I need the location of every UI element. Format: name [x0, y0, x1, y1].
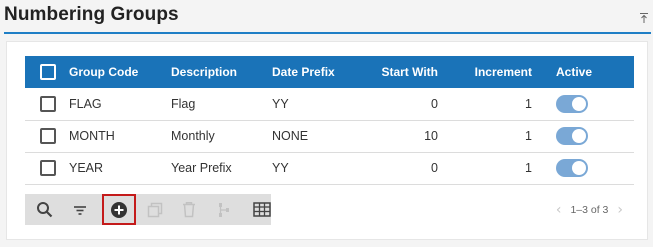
- row-select-cell: [25, 152, 69, 184]
- search-button[interactable]: [28, 194, 62, 225]
- row-checkbox[interactable]: [40, 128, 56, 144]
- cell-group-code: FLAG: [69, 96, 102, 111]
- filter-icon: [74, 205, 86, 215]
- row-select-cell: [25, 120, 69, 152]
- copy-button[interactable]: [138, 194, 172, 225]
- prev-page-icon[interactable]: ‹: [556, 202, 562, 218]
- active-toggle[interactable]: [556, 159, 588, 177]
- hierarchy-icon: [219, 202, 229, 217]
- cell-active: [532, 120, 634, 152]
- column-header-description[interactable]: Description: [171, 56, 272, 88]
- cell-date-prefix: YY: [272, 96, 289, 111]
- cell-description: Flag: [171, 96, 196, 111]
- cell-active: [532, 152, 634, 184]
- filter-button[interactable]: [63, 194, 97, 225]
- cell-increment: 1: [525, 96, 532, 111]
- numbering-groups-panel: Numbering Groups Group Code Description …: [0, 0, 653, 247]
- table-row[interactable]: MONTH Monthly NONE 10 1: [25, 120, 634, 152]
- column-header-active[interactable]: Active: [532, 56, 634, 88]
- cell-increment: 1: [525, 129, 532, 143]
- cell-date-prefix: NONE: [272, 129, 309, 143]
- grid-toolbar: [25, 194, 271, 225]
- column-header-date-prefix[interactable]: Date Prefix: [272, 56, 353, 88]
- cell-date-prefix: YY: [272, 161, 289, 175]
- delete-button[interactable]: [172, 194, 206, 225]
- grid-card: Group Code Description Date Prefix Start…: [6, 41, 648, 240]
- cell-start-with: 0: [431, 161, 438, 175]
- copy-icon: [147, 202, 163, 217]
- search-icon: [37, 201, 53, 217]
- table-row[interactable]: FLAG Flag YY 0 1: [25, 88, 634, 120]
- collapse-icon[interactable]: [639, 12, 649, 24]
- hierarchy-button[interactable]: [207, 194, 241, 225]
- header-select-all-cell: [25, 56, 69, 88]
- cell-start-with: 0: [431, 96, 438, 111]
- title-underline: [4, 32, 651, 34]
- cell-group-code: YEAR: [69, 161, 104, 175]
- pagination-range: 1–3 of 3: [570, 204, 609, 216]
- add-button[interactable]: [102, 194, 136, 225]
- cell-group-code: MONTH: [69, 129, 115, 143]
- add-icon: [111, 201, 127, 218]
- row-checkbox[interactable]: [40, 160, 56, 176]
- cell-description: Year Prefix: [171, 161, 232, 175]
- column-header-start-with[interactable]: Start With: [353, 56, 438, 88]
- page-title: Numbering Groups: [4, 4, 179, 25]
- next-page-icon[interactable]: ›: [617, 202, 623, 218]
- delete-icon: [183, 202, 195, 218]
- select-all-checkbox[interactable]: [40, 64, 56, 80]
- grid-view-icon: [253, 202, 271, 217]
- row-select-cell: [25, 88, 69, 120]
- row-checkbox[interactable]: [40, 95, 56, 112]
- table-header-row: Group Code Description Date Prefix Start…: [25, 56, 634, 88]
- cell-active: [532, 88, 634, 120]
- cell-start-with: 10: [424, 129, 438, 143]
- active-toggle[interactable]: [556, 94, 588, 113]
- pagination: ‹ 1–3 of 3 ›: [556, 202, 623, 218]
- table-row[interactable]: YEAR Year Prefix YY 0 1: [25, 152, 634, 184]
- column-header-increment[interactable]: Increment: [438, 56, 532, 88]
- numbering-groups-table: Group Code Description Date Prefix Start…: [25, 56, 634, 185]
- cell-description: Monthly: [171, 129, 215, 143]
- column-header-group-code[interactable]: Group Code: [69, 56, 171, 88]
- grid-view-button[interactable]: [245, 194, 279, 225]
- cell-increment: 1: [525, 161, 532, 175]
- active-toggle[interactable]: [556, 127, 588, 145]
